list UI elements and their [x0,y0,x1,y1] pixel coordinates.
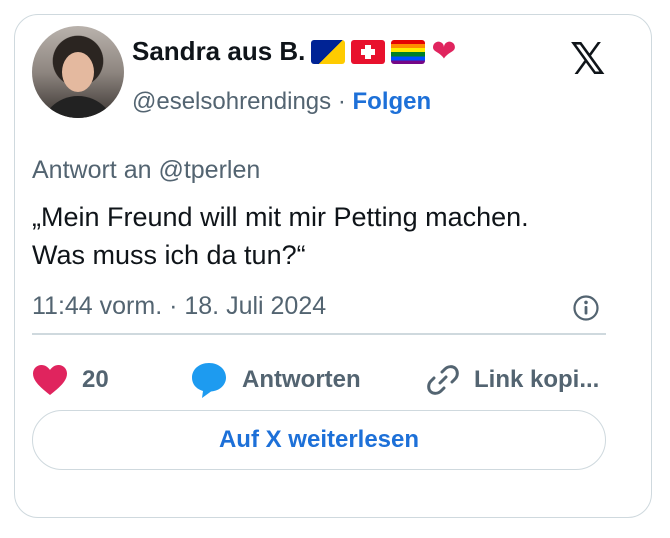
x-logo-icon[interactable]: 𝕏 [570,38,605,82]
avatar[interactable] [32,26,124,118]
link-icon [427,365,459,395]
copy-link-button[interactable]: Link kopi... [426,356,599,404]
switzerland-flag-icon [351,39,386,64]
like-count: 20 [82,366,109,393]
reply-to-label[interactable]: Antwort an @tperlen [32,156,260,185]
divider [32,333,606,335]
tweet-text-line: „Mein Freund will mit mir Petting machen… [32,202,529,232]
tweet-text-line: Was muss ich da tun?“ [32,240,306,270]
read-more-button[interactable]: Auf X weiterlesen [32,410,606,470]
timestamp[interactable]: 11:44 vorm. · 18. Juli 2024 [32,292,326,321]
reply-button[interactable]: Antworten [190,356,361,404]
red-heart-icon: ❤ [431,34,457,68]
pride-flag-icon [391,39,426,64]
handle-row: @eselsohrendings · Folgen [132,88,431,116]
separator-dot: · [337,88,346,115]
reply-label: Antworten [242,366,361,393]
heart-icon [33,365,67,395]
bosnia-flag-icon [311,39,346,64]
reply-bubble-icon [192,363,226,398]
like-button[interactable]: 20 [32,356,109,404]
info-icon[interactable] [572,294,600,322]
author-name-row[interactable]: Sandra aus B. ❤ [132,36,457,67]
author-name[interactable]: Sandra aus B. [132,36,305,67]
follow-button[interactable]: Folgen [353,88,432,115]
tweet-text: „Mein Freund will mit mir Petting machen… [32,198,612,274]
copy-link-label: Link kopi... [474,366,600,393]
action-bar: 20 Antworten Link kopi... [32,356,612,404]
author-handle[interactable]: @eselsohrendings [132,88,331,115]
